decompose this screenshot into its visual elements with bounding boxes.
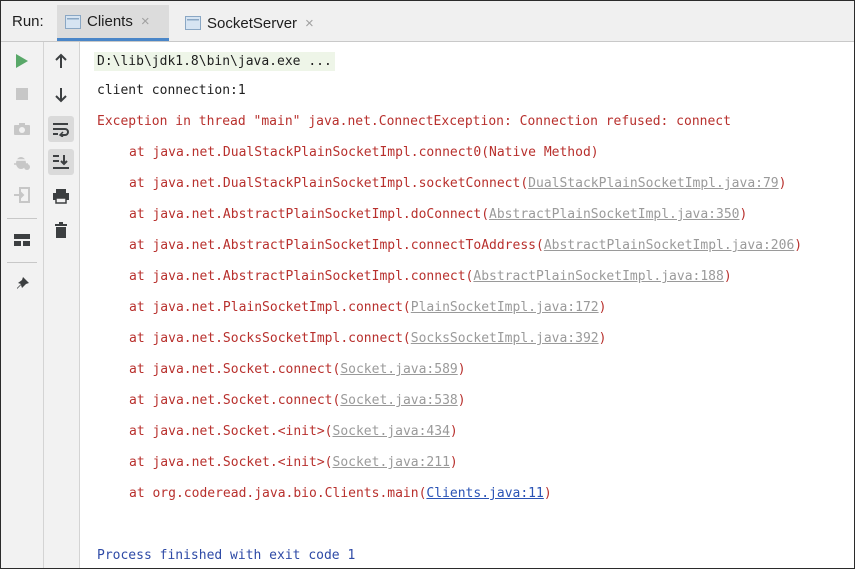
frame-suffix: ) — [598, 331, 607, 346]
dump-threads-button[interactable] — [9, 116, 35, 142]
tab-label: SocketServer — [207, 14, 298, 32]
trash-icon — [55, 222, 67, 238]
print-button[interactable] — [48, 183, 74, 209]
frame-text: at java.net.DualStackPlainSocketImpl.con… — [129, 145, 490, 160]
source-link[interactable]: Socket.java:538 — [340, 393, 457, 408]
stack-frame: at java.net.SocksSocketImpl.connect(Sock… — [129, 331, 606, 346]
tab-label: Clients — [87, 13, 133, 30]
arrow-down-icon — [55, 88, 67, 103]
stack-frame: at java.net.PlainSocketImpl.connect(Plai… — [129, 300, 606, 315]
tab-clients[interactable]: Clients × — [57, 5, 169, 41]
console-tab-icon — [185, 16, 201, 30]
frame-text: at java.net.AbstractPlainSocketImpl.doCo… — [129, 207, 490, 222]
frame-suffix: ) — [739, 207, 748, 222]
exception-message: Exception in thread "main" java.net.Conn… — [97, 114, 731, 129]
stack-frame: at java.net.DualStackPlainSocketImpl.soc… — [129, 176, 786, 191]
rerun-button[interactable] — [9, 48, 35, 74]
stack-frame: at org.coderead.java.bio.Clients.main(Cl… — [129, 486, 552, 501]
frame-text: at java.net.Socket.connect( — [129, 362, 341, 377]
source-link[interactable]: Socket.java:211 — [333, 455, 450, 470]
toolbar-separator — [7, 218, 37, 219]
frame-suffix: ) — [778, 176, 787, 191]
layout-button[interactable] — [9, 227, 35, 253]
stack-frame: at java.net.AbstractPlainSocketImpl.conn… — [129, 238, 802, 253]
scroll-to-end-icon — [53, 155, 69, 169]
frame-suffix: ) — [449, 455, 458, 470]
frame-text: at java.net.PlainSocketImpl.connect( — [129, 300, 411, 315]
stack-frame: at java.net.Socket.<init>(Socket.java:21… — [129, 455, 458, 470]
close-icon[interactable]: × — [305, 15, 314, 32]
frame-text: at java.net.Socket.connect( — [129, 393, 341, 408]
run-actions-toolbar — [1, 42, 44, 568]
play-icon — [16, 54, 28, 68]
layout-icon — [14, 234, 30, 246]
frame-suffix: ) — [723, 269, 732, 284]
frame-suffix: Native Method) — [489, 145, 599, 160]
frame-text: at java.net.Socket.<init>( — [129, 424, 333, 439]
client-output-line: client connection:1 — [97, 83, 246, 98]
console-toolbar — [44, 42, 80, 568]
frame-suffix: ) — [449, 424, 458, 439]
frame-suffix: ) — [543, 486, 552, 501]
up-stack-trace-button[interactable] — [48, 48, 74, 74]
source-link[interactable]: Clients.java:11 — [426, 486, 543, 501]
frame-suffix: ) — [457, 362, 466, 377]
stop-button[interactable] — [9, 81, 35, 107]
run-tab-bar: Run: Clients × SocketServer × — [1, 1, 854, 42]
pin-tab-button[interactable] — [9, 271, 35, 297]
stack-frame: at java.net.AbstractPlainSocketImpl.conn… — [129, 269, 732, 284]
console-output[interactable]: D:\lib\jdk1.8\bin\java.exe ... client co… — [81, 42, 854, 568]
stack-frame: at java.net.Socket.connect(Socket.java:5… — [129, 393, 466, 408]
debug-button[interactable] — [9, 149, 35, 175]
soft-wrap-icon — [53, 123, 69, 137]
stack-frame: at java.net.DualStackPlainSocketImpl.con… — [129, 145, 599, 160]
frame-suffix: ) — [457, 393, 466, 408]
restore-layout-button[interactable] — [9, 182, 35, 208]
print-icon — [53, 189, 69, 204]
run-label: Run: — [12, 13, 44, 30]
frame-text: at java.net.AbstractPlainSocketImpl.conn… — [129, 238, 544, 253]
down-stack-trace-button[interactable] — [48, 82, 74, 108]
console-tab-icon — [65, 14, 81, 29]
source-link[interactable]: AbstractPlainSocketImpl.java:206 — [544, 238, 794, 253]
bug-icon — [14, 157, 30, 170]
scroll-to-end-button[interactable] — [48, 149, 74, 175]
frame-text: at java.net.Socket.<init>( — [129, 455, 333, 470]
toolbar-separator — [7, 262, 37, 263]
command-line[interactable]: D:\lib\jdk1.8\bin\java.exe ... — [94, 52, 335, 71]
tab-socketserver[interactable]: SocketServer × — [177, 5, 327, 41]
close-icon[interactable]: × — [141, 13, 150, 30]
run-tool-window: Run: Clients × SocketServer × D:\lib\jdk… — [0, 0, 855, 569]
frame-text: at java.net.SocksSocketImpl.connect( — [129, 331, 411, 346]
frame-text: at java.net.DualStackPlainSocketImpl.soc… — [129, 176, 529, 191]
source-link[interactable]: DualStackPlainSocketImpl.java:79 — [528, 176, 778, 191]
frame-text: at java.net.AbstractPlainSocketImpl.conn… — [129, 269, 474, 284]
source-link[interactable]: Socket.java:589 — [340, 362, 457, 377]
source-link[interactable]: Socket.java:434 — [333, 424, 450, 439]
source-link[interactable]: PlainSocketImpl.java:172 — [411, 300, 599, 315]
stack-frame: at java.net.Socket.<init>(Socket.java:43… — [129, 424, 458, 439]
soft-wrap-button[interactable] — [48, 116, 74, 142]
pin-icon — [17, 277, 29, 289]
stop-icon — [16, 88, 28, 100]
stack-frame: at java.net.AbstractPlainSocketImpl.doCo… — [129, 207, 747, 222]
frame-text: at org.coderead.java.bio.Clients.main( — [129, 486, 427, 501]
stack-frame: at java.net.Socket.connect(Socket.java:5… — [129, 362, 466, 377]
source-link[interactable]: SocksSocketImpl.java:392 — [411, 331, 599, 346]
frame-suffix: ) — [794, 238, 803, 253]
arrow-up-icon — [55, 53, 67, 68]
process-finished-message: Process finished with exit code 1 — [97, 548, 356, 563]
frame-suffix: ) — [598, 300, 607, 315]
source-link[interactable]: AbstractPlainSocketImpl.java:188 — [473, 269, 723, 284]
camera-icon — [14, 123, 30, 135]
source-link[interactable]: AbstractPlainSocketImpl.java:350 — [489, 207, 739, 222]
login-icon — [14, 187, 30, 203]
clear-all-button[interactable] — [48, 217, 74, 243]
